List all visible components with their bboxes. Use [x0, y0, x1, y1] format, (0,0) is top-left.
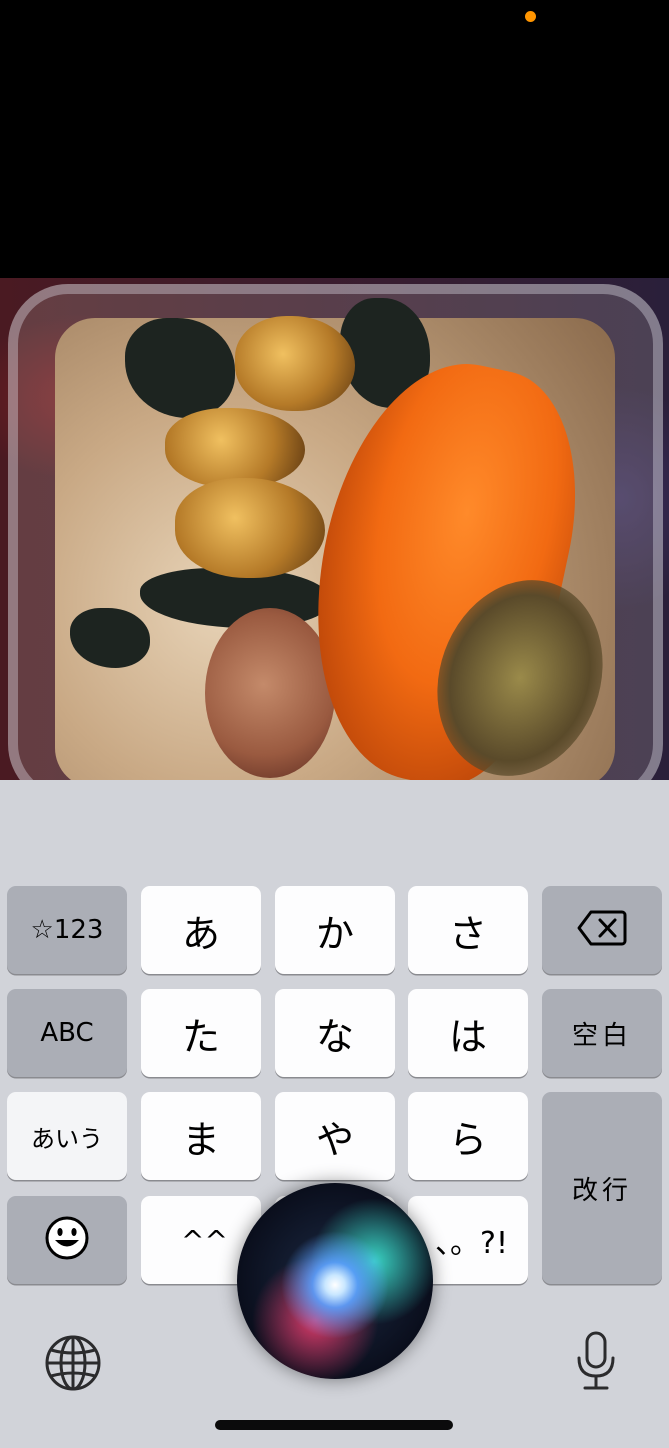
- walnut: [165, 408, 305, 488]
- kana-ma-label: ま: [181, 1117, 220, 1162]
- kana-na-key[interactable]: な: [275, 989, 395, 1077]
- kana-na-label: な: [315, 1014, 354, 1059]
- symbols-key-label: ☆123: [30, 915, 104, 945]
- kana-ra-label: ら: [448, 1117, 487, 1162]
- kana-a-label: あ: [181, 911, 220, 956]
- walnut: [175, 478, 325, 578]
- punctuation-key-label: 、。?!: [435, 1226, 508, 1261]
- aiu-key[interactable]: あいう: [7, 1092, 127, 1180]
- kana-ka-label: か: [315, 911, 354, 956]
- return-key[interactable]: 改行: [542, 1092, 662, 1284]
- abc-key-label: ABC: [40, 1018, 94, 1048]
- walnut: [235, 316, 355, 411]
- kana-ya-label: や: [315, 1117, 354, 1162]
- home-indicator[interactable]: [215, 1420, 453, 1430]
- kana-ya-key[interactable]: や: [275, 1092, 395, 1180]
- globe-icon: [44, 1334, 102, 1396]
- kana-sa-key[interactable]: さ: [408, 886, 528, 974]
- kana-ta-label: た: [181, 1014, 220, 1059]
- food-photo: [0, 278, 669, 780]
- globe-button[interactable]: [40, 1332, 106, 1398]
- pickled-plum: [205, 608, 335, 778]
- kana-ka-key[interactable]: か: [275, 886, 395, 974]
- kana-a-key[interactable]: あ: [141, 886, 261, 974]
- space-key[interactable]: 空白: [542, 989, 662, 1077]
- kana-ta-key[interactable]: た: [141, 989, 261, 1077]
- kana-ma-key[interactable]: ま: [141, 1092, 261, 1180]
- kana-wa-label: ^^: [181, 1223, 228, 1257]
- kana-ha-key[interactable]: は: [408, 989, 528, 1077]
- return-key-label: 改行: [571, 1175, 632, 1206]
- kana-ra-key[interactable]: ら: [408, 1092, 528, 1180]
- abc-key[interactable]: ABC: [7, 989, 127, 1077]
- delete-backspace-icon: [577, 909, 627, 951]
- symbols-123-key[interactable]: ☆123: [7, 886, 127, 974]
- delete-key[interactable]: [542, 886, 662, 974]
- smiley-face-icon: [44, 1215, 90, 1265]
- dictation-button[interactable]: [566, 1328, 626, 1398]
- kana-sa-label: さ: [448, 911, 487, 956]
- top-black-area: [0, 0, 669, 278]
- kana-ha-label: は: [448, 1014, 487, 1059]
- microphone-icon: [574, 1330, 618, 1396]
- aiu-key-label: あいう: [31, 1124, 103, 1153]
- siri-orb[interactable]: [237, 1183, 433, 1379]
- emoji-key[interactable]: [7, 1196, 127, 1284]
- privacy-indicator-dot: [525, 11, 536, 22]
- space-key-label: 空白: [571, 1020, 632, 1051]
